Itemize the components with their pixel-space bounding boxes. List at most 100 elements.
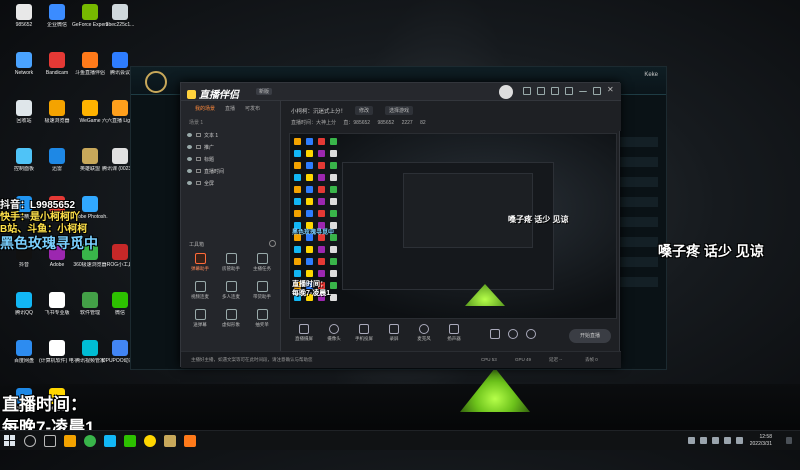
desktop-icon[interactable]: Bandicam — [39, 52, 75, 76]
windows-start-icon[interactable] — [4, 435, 16, 447]
tray-ime-icon[interactable] — [724, 437, 731, 444]
scene-tabs: 我的场景 直播 可发布 — [181, 101, 280, 115]
desktop-icon[interactable]: 飞书专业版 — [39, 292, 75, 316]
eye-icon[interactable] — [187, 181, 192, 185]
task-view-icon[interactable] — [44, 435, 56, 447]
tray-extra-icon[interactable] — [736, 437, 743, 444]
tool-admin[interactable]: 房管助手 — [216, 253, 246, 272]
preview-app-icon — [294, 210, 301, 217]
desktop-icon[interactable]: 极速浏览器 — [39, 100, 75, 124]
message-icon[interactable] — [523, 87, 531, 95]
notification-icon[interactable] — [786, 437, 792, 444]
minimize-icon[interactable] — [579, 87, 587, 92]
camera-button[interactable]: 摄像头 — [319, 324, 349, 342]
stream-preview[interactable]: 嗓子疼 话少 见谅 黑色玫瑰寻觅中 直播时间： 每晚7-凌晨1 — [289, 133, 617, 319]
desktop-icon[interactable]: 控制面板 — [6, 148, 42, 172]
layer-item[interactable]: 推广 — [181, 142, 280, 154]
desktop-icon[interactable]: Network — [6, 52, 42, 76]
preview-app-icon — [318, 198, 325, 205]
speaker-button[interactable]: 扬声器 — [439, 324, 469, 342]
tool-label: 带货助手 — [253, 294, 271, 299]
taskbar-browser-icon[interactable] — [84, 435, 96, 447]
layer-item[interactable]: 标题 — [181, 154, 280, 166]
edit-title-button[interactable]: 修改 — [355, 106, 374, 115]
tray-network-icon[interactable] — [700, 437, 707, 444]
taskbar-wechat-icon[interactable] — [124, 435, 136, 447]
taskbar-music-icon[interactable] — [144, 435, 156, 447]
nested-preview — [403, 173, 533, 248]
layer-item[interactable]: 直播时间 — [181, 166, 280, 178]
menu-icon[interactable] — [565, 87, 573, 95]
lol-logo-icon[interactable] — [145, 71, 167, 93]
record-button[interactable]: 录屏 — [379, 324, 409, 342]
app-icon — [82, 100, 98, 116]
desktop-icon[interactable]: 3bec225c1... — [102, 4, 138, 28]
desktop-icon[interactable]: 985652 — [6, 4, 42, 28]
tool-danmu[interactable]: 弹幕助手 — [185, 253, 215, 272]
desktop-icon[interactable]: (计算机软件) 电子... — [39, 340, 75, 364]
taskbar-qq-icon[interactable] — [104, 435, 116, 447]
tool-tasks[interactable]: 主播任务 — [247, 253, 277, 272]
companion-logo: 直播伴侣 — [187, 86, 239, 101]
gear-icon[interactable] — [525, 329, 537, 341]
taskbar-clock[interactable]: 12:58 2022/3/31 — [750, 434, 772, 448]
companion-window[interactable]: 直播伴侣 新版 ✕ 我的场景 直播 可发布 场景 1 文本 1 推广 标题 直播… — [180, 82, 621, 368]
monitor-icon — [299, 324, 309, 334]
close-icon[interactable]: ✕ — [607, 86, 615, 94]
screen-capture-button[interactable]: 直播摄屏 — [289, 324, 319, 342]
preview-app-icon — [294, 162, 301, 169]
companion-titlebar: 直播伴侣 新版 ✕ — [181, 83, 621, 101]
tab-live[interactable]: 直播 — [225, 105, 235, 112]
add-tool-icon[interactable] — [269, 240, 276, 247]
avatar[interactable] — [499, 85, 513, 99]
desktop-icon[interactable]: 企业微信 — [39, 4, 75, 28]
app-icon — [112, 148, 128, 164]
preview-app-icon — [330, 198, 337, 205]
tray-arrow-icon[interactable] — [688, 437, 695, 444]
category-button[interactable]: 选择游戏 — [385, 106, 414, 115]
layer-label: 文本 1 — [204, 133, 219, 139]
version-badge[interactable]: 新版 — [256, 88, 273, 95]
tool-lottery[interactable]: 抽奖单 — [247, 309, 277, 328]
tool-send-danmu[interactable]: 送弹幕 — [185, 309, 215, 328]
phone-cast-button[interactable]: 手机投屏 — [349, 324, 379, 342]
tab-my-scene[interactable]: 我的场景 — [195, 105, 215, 112]
tool-video-link[interactable]: 视频连麦 — [185, 281, 215, 300]
desktop-icon-label: Adobe — [49, 262, 65, 268]
desktop-icon[interactable]: 迅雷 — [39, 148, 75, 172]
microphone-button[interactable]: 麦克风 — [409, 324, 439, 342]
tool-label: 弹幕助手 — [191, 266, 209, 271]
layer-item[interactable]: 全屏 — [181, 178, 280, 190]
search-icon[interactable] — [24, 435, 36, 447]
tray-volume-icon[interactable] — [712, 437, 719, 444]
eye-icon[interactable] — [187, 169, 192, 173]
eye-icon[interactable] — [187, 145, 192, 149]
preview-app-icon — [306, 186, 313, 193]
taskbar-folder-icon[interactable] — [64, 435, 76, 447]
eye-icon[interactable] — [187, 133, 192, 137]
mail-icon[interactable] — [537, 87, 545, 95]
latency-meter: 延迟 -- — [549, 357, 563, 362]
taskbar-companion-icon[interactable] — [184, 435, 196, 447]
video-settings-icon[interactable] — [489, 329, 501, 341]
app-icon — [16, 4, 32, 20]
app-icon — [16, 148, 32, 164]
start-live-button[interactable]: 开始直播 — [569, 329, 611, 343]
settings-icon[interactable] — [551, 87, 559, 95]
desktop-icon[interactable]: 回收站 — [6, 100, 42, 124]
desktop-icon[interactable]: 腾讯QQ — [6, 292, 42, 316]
camera-icon — [329, 324, 339, 334]
layer-item[interactable]: 文本 1 — [181, 130, 280, 142]
taskbar-lol-icon[interactable] — [164, 435, 176, 447]
tool-shop[interactable]: 带货助手 — [247, 281, 277, 300]
desktop-icon[interactable]: 百度网盘 — [6, 340, 42, 364]
toolbar-label: 录屏 — [389, 336, 399, 341]
logo-icon — [187, 90, 196, 99]
tool-avatar[interactable]: 虚拟形象 — [216, 309, 246, 328]
gear-shape — [526, 329, 536, 339]
eye-icon[interactable] — [187, 157, 192, 161]
maximize-icon[interactable] — [593, 87, 601, 95]
tab-publish[interactable]: 可发布 — [245, 105, 260, 112]
eye-toggle-icon[interactable] — [507, 329, 519, 341]
tool-multi-link[interactable]: 多人连麦 — [216, 281, 246, 300]
